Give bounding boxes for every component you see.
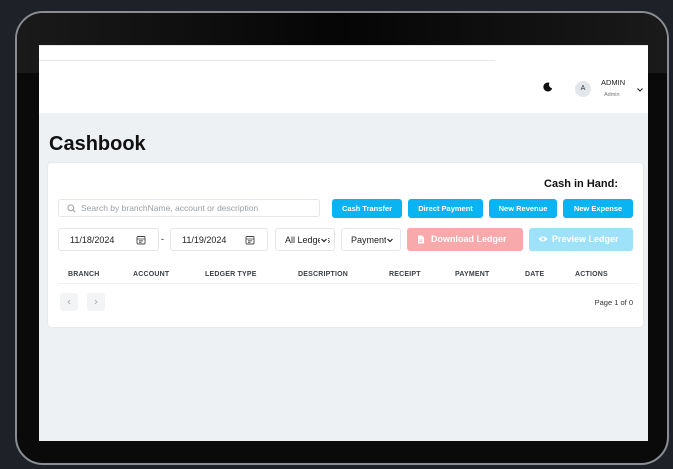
moon-icon[interactable] — [543, 82, 553, 92]
payment-select-value: Payment — [351, 235, 387, 245]
search-icon — [67, 204, 76, 213]
device-frame: A ADMIN Admin Cashbook Cash in Hand: Cas… — [15, 11, 669, 465]
calendar-icon[interactable] — [245, 235, 255, 245]
column-header-branch[interactable]: BRANCH — [68, 271, 100, 278]
payment-select[interactable]: Payment — [341, 228, 401, 251]
end-date-value: 11/19/2024 — [182, 235, 227, 245]
column-header-ledger-type[interactable]: LEDGER TYPE — [205, 271, 257, 278]
page-info: Page 1 of 0 — [594, 298, 633, 307]
table-divider — [58, 283, 638, 284]
chevron-down-icon — [386, 237, 394, 244]
eye-icon — [538, 236, 548, 242]
column-header-actions[interactable]: ACTIONS — [575, 271, 608, 278]
top-bar: A ADMIN Admin — [39, 45, 648, 113]
user-role: Admin — [604, 92, 620, 98]
next-page-button[interactable] — [87, 293, 105, 311]
avatar[interactable]: A — [575, 81, 591, 97]
direct-payment-button[interactable]: Direct Payment — [408, 199, 483, 218]
end-date-field[interactable]: 11/19/2024 — [170, 228, 268, 251]
column-header-date[interactable]: DATE — [525, 271, 544, 278]
search-input[interactable] — [81, 201, 316, 215]
preview-ledger-button[interactable]: Preview Ledger — [529, 228, 633, 251]
app-screen: A ADMIN Admin Cashbook Cash in Hand: Cas… — [39, 45, 648, 441]
chevron-right-icon — [94, 299, 98, 305]
column-header-account[interactable]: ACCOUNT — [133, 271, 169, 278]
column-header-description[interactable]: DESCRIPTION — [298, 271, 348, 278]
page-title: Cashbook — [49, 133, 146, 155]
chevron-down-icon[interactable] — [636, 86, 644, 94]
date-separator: - — [161, 234, 164, 244]
download-ledger-button[interactable]: Download Ledger — [407, 228, 523, 251]
new-expense-button[interactable]: New Expense — [563, 199, 633, 218]
column-header-payment[interactable]: PAYMENT — [455, 271, 489, 278]
search-box[interactable] — [58, 199, 320, 217]
cashbook-card: Cash in Hand: Cash Transfer Direct Payme… — [48, 163, 643, 327]
user-name[interactable]: ADMIN — [601, 78, 625, 87]
chevron-down-icon — [320, 237, 328, 244]
ledger-select[interactable]: All Ledgers — [275, 228, 335, 251]
column-header-receipt[interactable]: RECEIPT — [389, 271, 421, 278]
download-ledger-label: Download Ledger — [431, 234, 507, 244]
cash-in-hand-label: Cash in Hand: — [544, 178, 618, 190]
start-date-field[interactable]: 11/18/2024 — [58, 228, 159, 251]
divider — [39, 60, 495, 61]
previous-page-button[interactable] — [60, 293, 78, 311]
calendar-icon[interactable] — [136, 235, 146, 245]
cash-transfer-button[interactable]: Cash Transfer — [332, 199, 402, 218]
document-icon — [418, 235, 424, 244]
new-revenue-button[interactable]: New Revenue — [489, 199, 557, 218]
start-date-value: 11/18/2024 — [70, 235, 115, 245]
chevron-left-icon — [67, 299, 71, 305]
preview-ledger-label: Preview Ledger — [552, 234, 619, 244]
